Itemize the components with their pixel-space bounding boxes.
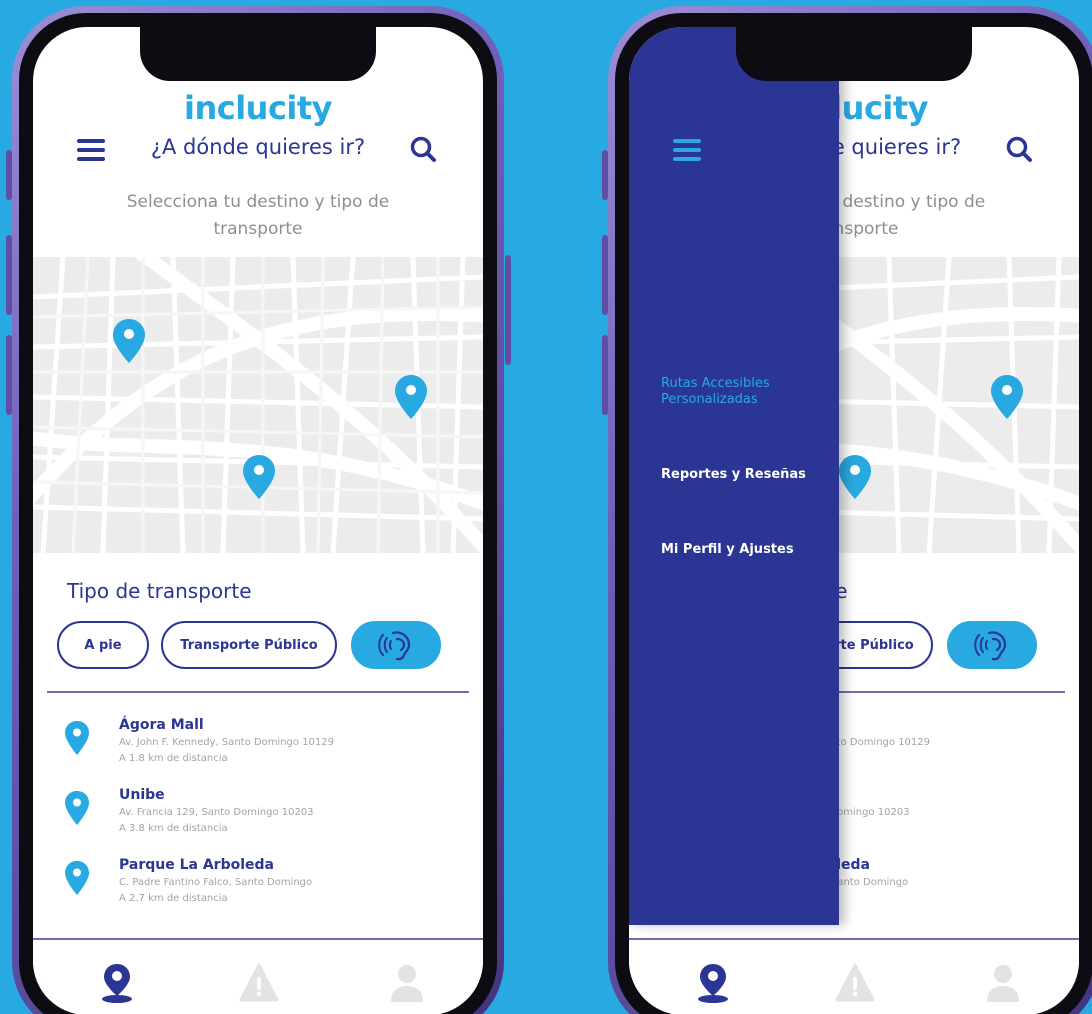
warning-icon[interactable] bbox=[835, 962, 875, 1004]
map-pin-icon[interactable] bbox=[243, 455, 275, 499]
drawer-item-accessible-routes[interactable]: Rutas Accesibles Personalizadas bbox=[661, 376, 770, 408]
audio-assist-button[interactable] bbox=[947, 621, 1037, 669]
place-name: Unibe bbox=[119, 787, 165, 803]
place-list-item[interactable]: Ágora Mall Av. John F. Kennedy, Santo Do… bbox=[65, 717, 463, 781]
audio-assist-button[interactable] bbox=[351, 621, 441, 669]
map-pin-icon[interactable] bbox=[991, 375, 1023, 419]
place-distance: A 1.8 km de distancia bbox=[119, 753, 228, 764]
map-pin-icon[interactable] bbox=[839, 455, 871, 499]
phone-notch bbox=[140, 27, 376, 81]
app-screen-home: inclucity ¿A dónde quieres ir? Seleccion… bbox=[33, 27, 483, 1014]
place-pin-icon bbox=[65, 721, 89, 755]
place-distance: A 2.7 km de distancia bbox=[119, 893, 228, 904]
phone-right: inclucity ¿A dónde quieres ir? Seleccion… bbox=[608, 6, 1092, 1014]
transport-section-title: Tipo de transporte bbox=[67, 579, 252, 603]
location-person-icon[interactable] bbox=[97, 962, 137, 1004]
place-address: Av. Francia 129, Santo Domingo 10203 bbox=[119, 807, 314, 818]
place-list-item[interactable]: Parque La Arboleda C. Padre Fantino Falc… bbox=[65, 857, 463, 921]
phone-bezel: inclucity ¿A dónde quieres ir? Seleccion… bbox=[615, 13, 1092, 1014]
search-icon[interactable] bbox=[1005, 135, 1033, 163]
phone-power-button bbox=[505, 255, 511, 365]
app-screen-menu-open: inclucity ¿A dónde quieres ir? Seleccion… bbox=[629, 27, 1079, 1014]
drawer-item-reports[interactable]: Reportes y Reseñas bbox=[661, 467, 806, 483]
bottom-nav bbox=[33, 940, 483, 1014]
map-view[interactable] bbox=[33, 257, 483, 553]
map-pin-icon[interactable] bbox=[395, 375, 427, 419]
user-icon[interactable] bbox=[983, 962, 1023, 1004]
transport-walk-button[interactable]: A pie bbox=[57, 621, 149, 669]
section-divider bbox=[47, 691, 469, 693]
transport-public-button[interactable]: Transporte Público bbox=[161, 621, 337, 669]
place-list-item[interactable]: Unibe Av. Francia 129, Santo Domingo 102… bbox=[65, 787, 463, 851]
hearing-audio-icon bbox=[974, 631, 1007, 661]
phone-left: inclucity ¿A dónde quieres ir? Seleccion… bbox=[12, 6, 504, 1014]
location-person-icon[interactable] bbox=[693, 962, 733, 1004]
place-name: Parque La Arboleda bbox=[119, 857, 274, 873]
phone-notch bbox=[736, 27, 972, 81]
menu-button[interactable] bbox=[673, 139, 701, 161]
place-name: Ágora Mall bbox=[119, 717, 204, 733]
place-address: Av. John F. Kennedy, Santo Domingo 10129 bbox=[119, 737, 335, 748]
bottom-nav bbox=[629, 940, 1079, 1014]
place-pin-icon bbox=[65, 791, 89, 825]
search-icon[interactable] bbox=[409, 135, 437, 163]
page-subtitle: Selecciona tu destino y tipo de transpor… bbox=[126, 192, 390, 239]
map-pin-icon[interactable] bbox=[113, 319, 145, 363]
hamburger-menu-icon bbox=[673, 139, 701, 143]
app-logo: inclucity bbox=[183, 89, 333, 127]
drawer-item-profile-settings[interactable]: Mi Perfil y Ajustes bbox=[661, 542, 794, 558]
place-address: C. Padre Fantino Falco, Santo Domingo bbox=[119, 877, 313, 888]
hearing-audio-icon bbox=[378, 631, 411, 661]
user-icon[interactable] bbox=[387, 962, 427, 1004]
place-distance: A 3.8 km de distancia bbox=[119, 823, 228, 834]
place-pin-icon bbox=[65, 861, 89, 895]
navigation-drawer: Rutas Accesibles Personalizadas Reportes… bbox=[629, 27, 839, 925]
phone-bezel: inclucity ¿A dónde quieres ir? Seleccion… bbox=[19, 13, 497, 1014]
warning-icon[interactable] bbox=[239, 962, 279, 1004]
